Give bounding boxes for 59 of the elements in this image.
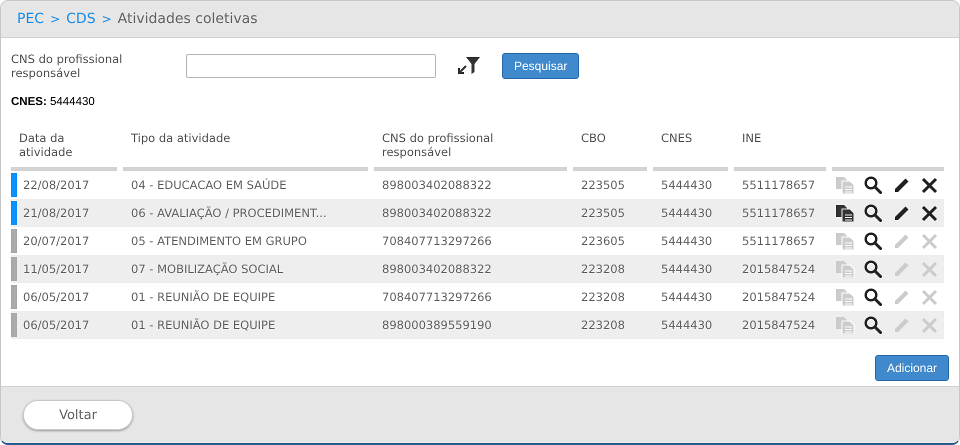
table-cell: 5444430: [661, 206, 712, 220]
search-icon[interactable]: [864, 232, 882, 250]
search-icon[interactable]: [864, 316, 882, 334]
back-button[interactable]: Voltar: [23, 400, 133, 430]
table-cell: 01 - REUNIÃO DE EQUIPE: [131, 290, 276, 304]
copy-icon[interactable]: [835, 204, 855, 222]
table-cell: 2015847524: [742, 318, 816, 332]
filter-clear-icon[interactable]: [457, 56, 481, 76]
pencil-icon[interactable]: [892, 176, 910, 194]
table-cell: 223505: [581, 206, 625, 220]
table-cell: 07 - MOBILIZAÇÃO SOCIAL: [131, 262, 284, 276]
search-icon[interactable]: [864, 204, 882, 222]
cnes-info: CNES: 5444430: [11, 96, 96, 108]
search-icon[interactable]: [864, 288, 882, 306]
breadcrumb-link[interactable]: PEC: [17, 11, 44, 27]
table-cell: 05 - ATENDIMENTO EM GRUPO: [131, 234, 307, 248]
field-label: CNS do profissional responsável: [11, 52, 124, 80]
search-button[interactable]: Pesquisar: [502, 53, 580, 79]
table-cell: 223605: [581, 234, 625, 248]
page-title: Atividades coletivas: [118, 11, 258, 27]
table-cell: 898003402088322: [382, 178, 492, 192]
table-cell: 5511178657: [742, 234, 816, 248]
table-cell: 223208: [581, 262, 625, 276]
delete-icon[interactable]: [920, 204, 938, 222]
table-cell: 5444430: [661, 234, 712, 248]
table-cell: 898003402088322: [382, 262, 492, 276]
table-cell: 5444430: [661, 178, 712, 192]
breadcrumb-separator: >: [50, 12, 60, 26]
table-cell: 5444430: [661, 262, 712, 276]
table-cell: 5444430: [661, 290, 712, 304]
table-cell: 898000389559190: [382, 318, 492, 332]
table-cell: 223208: [581, 318, 625, 332]
table-cell: 708407713297266: [382, 234, 492, 248]
table-cell: 2015847524: [742, 262, 816, 276]
search-icon[interactable]: [864, 260, 882, 278]
search-icon[interactable]: [864, 176, 882, 194]
breadcrumb-separator: >: [102, 12, 112, 26]
table-cell: 06/05/2017: [23, 290, 90, 304]
table-cell: 708407713297266: [382, 290, 492, 304]
table-cell: 06 - AVALIAÇÃO / PROCEDIMENT...: [131, 206, 327, 220]
table-cell: 01 - REUNIÃO DE EQUIPE: [131, 318, 276, 332]
table-cell: 5511178657: [742, 206, 816, 220]
breadcrumb-link[interactable]: CDS: [66, 11, 96, 27]
table-cell: 898003402088322: [382, 206, 492, 220]
table-cell: 5444430: [661, 318, 712, 332]
table-cell: 11/05/2017: [23, 262, 90, 276]
table-cell: 21/08/2017: [23, 206, 90, 220]
delete-icon[interactable]: [920, 176, 938, 194]
pencil-icon[interactable]: [892, 204, 910, 222]
table-cell: 22/08/2017: [23, 178, 90, 192]
table-cell: 2015847524: [742, 290, 816, 304]
cns-input-field[interactable]: [186, 54, 436, 78]
table-cell: 223505: [581, 178, 625, 192]
table-cell: 223208: [581, 290, 625, 304]
add-button[interactable]: Adicionar: [874, 355, 949, 381]
table-cell: 06/05/2017: [23, 318, 90, 332]
table-cell: 20/07/2017: [23, 234, 90, 248]
table-cell: 5511178657: [742, 178, 816, 192]
table-cell: 04 - EDUCACAO EM SAÚDE: [131, 178, 286, 192]
